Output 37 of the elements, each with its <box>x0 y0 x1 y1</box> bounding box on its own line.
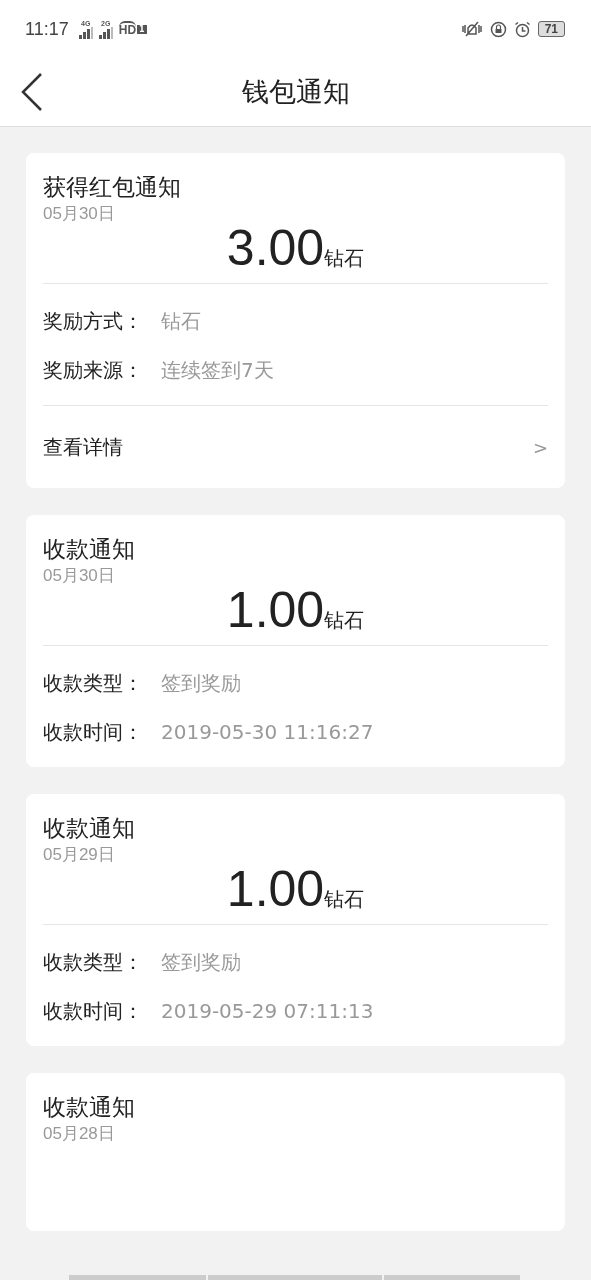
field-label: 奖励方式： <box>43 307 144 335</box>
field-label: 收款类型： <box>43 669 144 697</box>
field-value: 签到奖励 <box>161 948 241 976</box>
card-title: 收款通知 <box>43 1093 135 1122</box>
sim-badge: 1 <box>137 24 147 34</box>
field-label: 收款时间： <box>43 997 144 1025</box>
rotation-lock-icon <box>489 20 507 38</box>
amount-unit: 钻石 <box>324 246 365 272</box>
details-link[interactable]: 查看详情 > <box>43 406 548 488</box>
card-date: 05月30日 <box>43 203 115 225</box>
card-title: 收款通知 <box>43 814 135 843</box>
card-date: 05月30日 <box>43 565 115 587</box>
field-label: 收款时间： <box>43 718 144 746</box>
field-label: 收款类型： <box>43 948 144 976</box>
back-icon[interactable] <box>20 72 44 112</box>
card-title: 收款通知 <box>43 535 135 564</box>
vibrate-icon <box>460 21 483 37</box>
card-date: 05月29日 <box>43 844 115 866</box>
alarm-icon <box>513 20 531 38</box>
card-title: 获得红包通知 <box>43 173 181 202</box>
field-value: 钻石 <box>161 307 201 335</box>
field-value: 连续签到7天 <box>161 356 274 384</box>
signal-icon <box>98 26 113 39</box>
field-value: 2019-05-29 07:11:13 <box>161 999 374 1023</box>
field-value: 2019-05-30 11:16:27 <box>161 720 374 744</box>
page-title: 钱包通知 <box>241 75 350 109</box>
battery-icon: 71 <box>537 21 565 37</box>
field-value: 签到奖励 <box>161 669 241 697</box>
field-label: 奖励来源： <box>43 356 144 384</box>
amount: 1.00 <box>226 581 325 639</box>
card-date: 05月28日 <box>43 1123 115 1145</box>
signal-icon <box>78 26 93 39</box>
amount-unit: 钻石 <box>324 608 365 634</box>
amount: 3.00 <box>226 219 325 277</box>
amount-unit: 钻石 <box>324 887 365 913</box>
clock: 11:17 <box>25 18 69 40</box>
amount: 1.00 <box>226 860 325 918</box>
